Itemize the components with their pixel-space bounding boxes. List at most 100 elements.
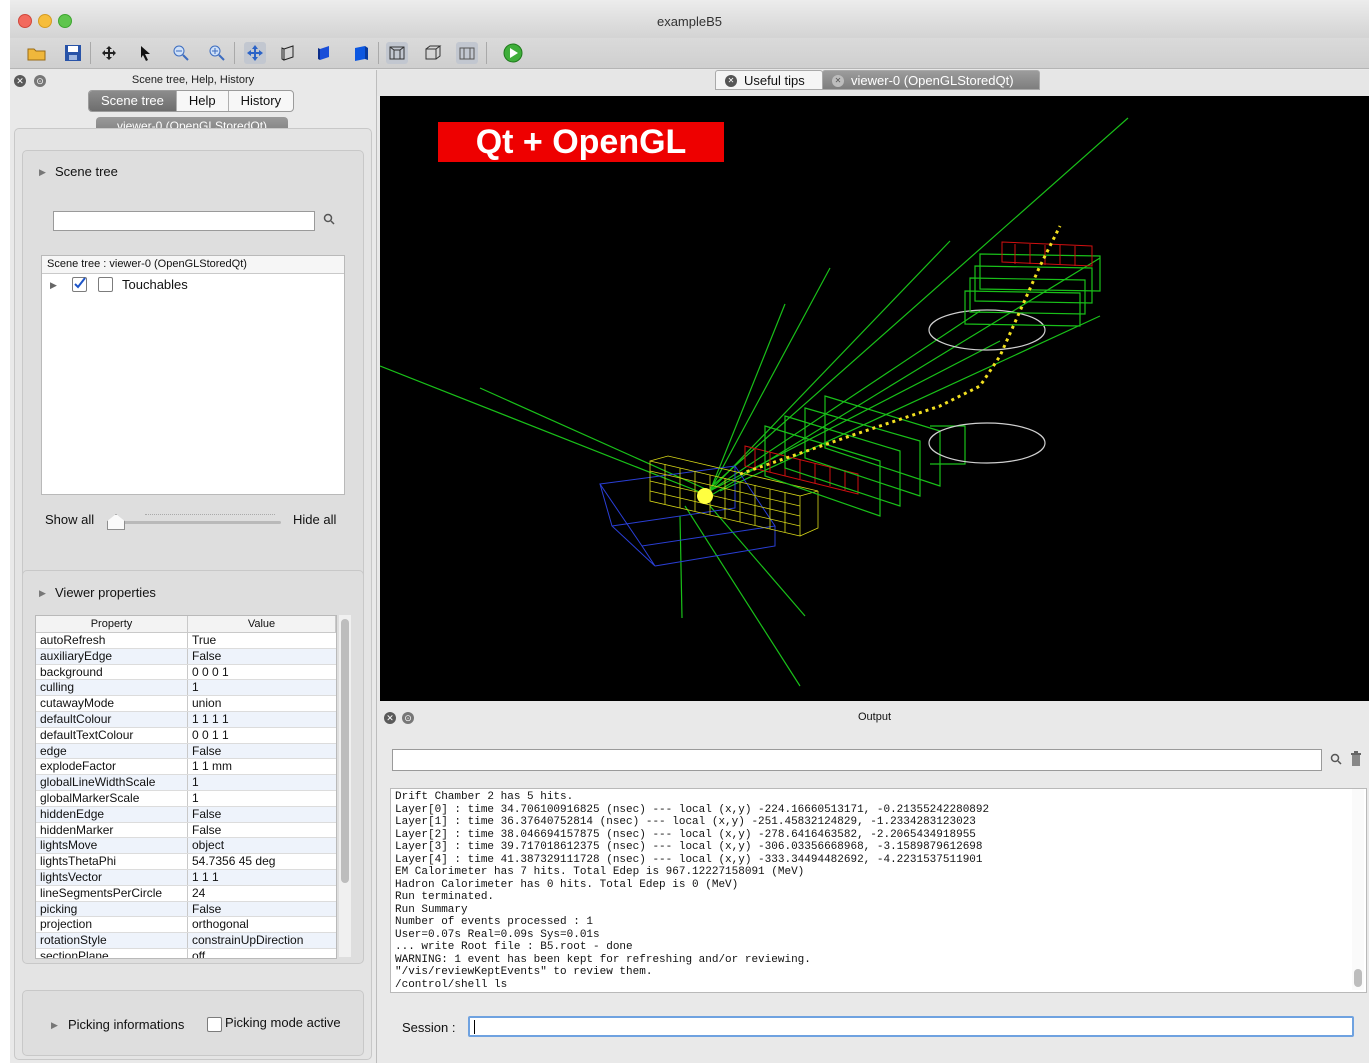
- property-value-cell[interactable]: orthogonal: [187, 916, 336, 934]
- property-value-cell[interactable]: 54.7356 45 deg: [187, 853, 336, 870]
- table-row[interactable]: background 0 0 0 1: [36, 664, 336, 681]
- run-icon[interactable]: [502, 42, 524, 64]
- touchables-color-box[interactable]: [98, 277, 113, 292]
- table-row[interactable]: lightsThetaPhi 54.7356 45 deg: [36, 853, 336, 870]
- open-icon[interactable]: [26, 42, 48, 64]
- zoom-out-icon[interactable]: [170, 42, 192, 64]
- tree-header: Scene tree : viewer-0 (OpenGLStoredQt): [42, 256, 344, 274]
- solid-icon[interactable]: [350, 42, 372, 64]
- touchables-visibility-checkbox[interactable]: [72, 277, 87, 292]
- property-value-cell[interactable]: 24: [187, 885, 336, 902]
- perspective-icon[interactable]: [386, 42, 408, 64]
- table-row[interactable]: explodeFactor 1 1 mm: [36, 758, 336, 776]
- table-row[interactable]: hiddenMarker False: [36, 822, 336, 839]
- close-tab-icon[interactable]: ✕: [725, 75, 737, 87]
- disclosure-triangle-icon[interactable]: ▶: [39, 588, 46, 599]
- properties-scrollbar[interactable]: [339, 615, 351, 957]
- wireframe-icon[interactable]: [278, 42, 300, 64]
- table-row[interactable]: rotationStyle constrainUpDirection: [36, 932, 336, 949]
- property-value-cell[interactable]: True: [187, 632, 336, 649]
- table-row[interactable]: hiddenEdge False: [36, 806, 336, 823]
- session-command-input[interactable]: [468, 1016, 1354, 1037]
- table-row[interactable]: cutawayMode union: [36, 695, 336, 712]
- table-row[interactable]: defaultColour 1 1 1 1: [36, 711, 336, 728]
- ortho-icon[interactable]: [422, 42, 444, 64]
- toolbar-separator: [486, 42, 487, 64]
- property-value-cell[interactable]: False: [187, 648, 336, 665]
- property-value-cell[interactable]: constrainUpDirection: [187, 932, 336, 949]
- table-row[interactable]: sectionPlane off: [36, 948, 336, 958]
- hide-all-label: Hide all: [293, 512, 337, 527]
- table-row[interactable]: projection orthogonal: [36, 916, 336, 934]
- table-row[interactable]: lineSegmentsPerCircle 24: [36, 885, 336, 902]
- tab-help[interactable]: Help: [177, 91, 229, 111]
- property-name-cell: hiddenEdge: [36, 806, 188, 823]
- tab-useful-tips[interactable]: ✕ Useful tips: [715, 70, 823, 90]
- property-value-cell[interactable]: 0 0 0 1: [187, 664, 336, 681]
- property-value-cell[interactable]: union: [187, 695, 336, 712]
- table-row[interactable]: autoRefresh True: [36, 632, 336, 649]
- search-icon[interactable]: [323, 213, 335, 228]
- move-icon[interactable]: [98, 42, 120, 64]
- property-value-cell[interactable]: 1 1 mm: [187, 758, 336, 776]
- output-scrollbar[interactable]: [1352, 789, 1364, 990]
- scrollbar-thumb[interactable]: [341, 619, 349, 883]
- table-row[interactable]: culling 1: [36, 679, 336, 697]
- property-value-cell[interactable]: 1: [187, 679, 336, 697]
- visibility-slider-track[interactable]: [115, 521, 281, 524]
- tab-scene-tree[interactable]: Scene tree: [89, 91, 177, 111]
- scrollbar-thumb[interactable]: [1354, 969, 1362, 987]
- table-row[interactable]: globalLineWidthScale 1: [36, 774, 336, 791]
- property-value-cell[interactable]: False: [187, 901, 336, 918]
- property-value-cell[interactable]: 0 0 1 1: [187, 727, 336, 744]
- property-value-cell[interactable]: 1 1 1: [187, 869, 336, 886]
- tab-viewer-0[interactable]: ✕ viewer-0 (OpenGLStoredQt): [822, 70, 1040, 90]
- surface-icon[interactable]: [314, 42, 336, 64]
- value-column-header[interactable]: Value: [187, 616, 336, 633]
- property-value-cell[interactable]: False: [187, 822, 336, 839]
- property-value-cell[interactable]: False: [187, 806, 336, 823]
- zoom-in-icon[interactable]: [206, 42, 228, 64]
- picking-mode-checkbox[interactable]: [207, 1017, 222, 1032]
- property-column-header[interactable]: Property: [36, 616, 188, 633]
- expand-arrow-icon[interactable]: ▶: [50, 280, 57, 291]
- disclosure-triangle-icon[interactable]: ▶: [39, 167, 46, 178]
- property-value-cell[interactable]: 1: [187, 774, 336, 791]
- tab-history[interactable]: History: [229, 91, 293, 111]
- visibility-slider-handle[interactable]: [107, 514, 125, 530]
- table-row[interactable]: picking False: [36, 901, 336, 918]
- opengl-viewer[interactable]: Qt + OpenGL: [380, 96, 1369, 701]
- property-value-cell[interactable]: False: [187, 743, 336, 760]
- rotate-icon[interactable]: [244, 42, 266, 64]
- log-line: WARNING: 1 event has been kept for refre…: [395, 953, 811, 966]
- property-name-cell: lineSegmentsPerCircle: [36, 885, 188, 902]
- table-row[interactable]: lightsMove object: [36, 837, 336, 855]
- disclosure-triangle-icon[interactable]: ▶: [51, 1020, 58, 1031]
- log-line: Drift Chamber 2 has 5 hits.: [395, 791, 574, 803]
- property-value-cell[interactable]: off: [187, 948, 336, 958]
- tree-item-touchables[interactable]: Touchables: [122, 277, 188, 292]
- property-value-cell[interactable]: object: [187, 837, 336, 855]
- scene-tree-dock: ✕ ⊙ Scene tree, Help, History Scene tree…: [10, 70, 377, 1063]
- scene-tree-search-input[interactable]: [53, 211, 315, 231]
- save-icon[interactable]: [62, 42, 84, 64]
- table-row[interactable]: defaultTextColour 0 0 1 1: [36, 727, 336, 744]
- output-search-input[interactable]: [392, 749, 1322, 771]
- property-value-cell[interactable]: 1 1 1 1: [187, 711, 336, 728]
- table-row[interactable]: globalMarkerScale 1: [36, 790, 336, 807]
- search-icon[interactable]: [1330, 753, 1342, 768]
- close-tab-icon[interactable]: ✕: [832, 75, 844, 87]
- output-log[interactable]: Drift Chamber 2 has 5 hits. Layer[0] : ti…: [390, 788, 1367, 993]
- table-row[interactable]: lightsVector 1 1 1: [36, 869, 336, 886]
- property-name-cell: autoRefresh: [36, 632, 188, 649]
- property-name-cell: culling: [36, 679, 188, 697]
- property-name-cell: defaultColour: [36, 711, 188, 728]
- hidden-line-icon[interactable]: [456, 42, 478, 64]
- property-name-cell: hiddenMarker: [36, 822, 188, 839]
- picking-mode-label: Picking mode active: [225, 1015, 341, 1030]
- property-value-cell[interactable]: 1: [187, 790, 336, 807]
- table-row[interactable]: auxiliaryEdge False: [36, 648, 336, 665]
- table-row[interactable]: edge False: [36, 743, 336, 760]
- clear-output-trash-icon[interactable]: [1350, 751, 1362, 770]
- pick-icon[interactable]: [134, 42, 156, 64]
